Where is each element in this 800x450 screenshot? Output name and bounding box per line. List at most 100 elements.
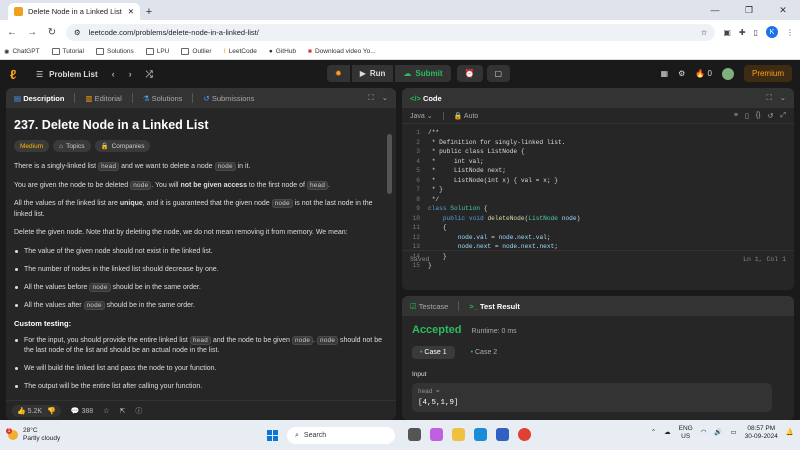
collapse-panel-icon[interactable]: ⌄	[780, 93, 786, 103]
taskbar-search[interactable]: ⌕ Search	[287, 427, 395, 444]
tab-editorial[interactable]: ▥ Editorial	[85, 94, 121, 103]
dislike-button[interactable]: 👎	[47, 407, 56, 415]
close-tab-icon[interactable]: ✕	[128, 7, 134, 16]
timer-button[interactable]: ⏰	[456, 65, 483, 82]
next-problem-icon[interactable]: ›	[129, 69, 132, 79]
submit-button[interactable]: ☁ Submit	[395, 65, 451, 82]
braces-icon[interactable]: {}	[756, 112, 761, 120]
url-field[interactable]: ⚙ leetcode.com/problems/delete-node-in-a…	[66, 23, 716, 41]
bookmark-outlier[interactable]: Outlier	[181, 48, 212, 55]
line-number: 10	[412, 214, 420, 222]
tab-submissions[interactable]: ↺ Submissions	[203, 94, 254, 103]
result-tabs: ☑ Testcase >_ Test Result	[402, 296, 794, 316]
forward-icon[interactable]: →	[26, 27, 38, 38]
code-text: * int val;	[428, 157, 484, 165]
settings-gear-icon[interactable]: ⚙	[678, 69, 685, 78]
auto-mode-toggle[interactable]: 🔒 Auto	[454, 112, 479, 120]
line-number: 5	[416, 167, 420, 174]
premium-button[interactable]: Premium	[743, 65, 792, 82]
tab-solutions[interactable]: ⚗ Solutions	[143, 94, 183, 103]
case-2-tab[interactable]: • Case 2	[463, 346, 506, 359]
case-1-tab[interactable]: • Case 1	[412, 346, 455, 359]
user-avatar[interactable]	[721, 67, 734, 80]
edge-icon[interactable]	[474, 428, 487, 441]
fullscreen-icon[interactable]: ⤢	[780, 112, 786, 120]
bookmark-solutions[interactable]: Solutions	[95, 48, 134, 55]
difficulty-badge[interactable]: Medium	[14, 140, 50, 152]
weather-widget[interactable]: 1 28°C Partly cloudy	[6, 427, 60, 443]
comments-button[interactable]: 💬 388	[71, 407, 93, 415]
bookmark-leetcode[interactable]: ℓ LeetCode	[224, 48, 257, 55]
bookmark-github[interactable]: ● GitHub	[269, 48, 296, 55]
help-icon[interactable]: ⓘ	[135, 406, 142, 416]
prev-problem-icon[interactable]: ‹	[112, 69, 115, 79]
copilot-icon[interactable]	[430, 428, 443, 441]
tab-description[interactable]: ▤ Description	[14, 94, 64, 103]
browser-tab[interactable]: Delete Node in a Linked List - L ✕	[8, 3, 140, 20]
notifications-bell-icon[interactable]: 🔔	[786, 429, 794, 437]
desc-paragraph-4: Delete the given node. Note that by dele…	[14, 229, 348, 236]
clock[interactable]: 08:57 PM 30-09-2024	[745, 425, 778, 441]
notes-button[interactable]: ▢	[486, 65, 511, 82]
code-tab[interactable]: </> Code	[410, 94, 442, 103]
extension-icon[interactable]: ▣	[723, 28, 731, 37]
minimize-icon[interactable]: —	[698, 0, 732, 20]
reset-icon[interactable]: ↺	[768, 112, 774, 120]
bookmark-icon[interactable]: ▯	[745, 112, 749, 120]
maximize-panel-icon[interactable]: ⛶	[368, 93, 373, 103]
format-icon[interactable]: ≡	[734, 112, 738, 120]
code-line: 5 * ListNode next;	[402, 166, 794, 176]
menu-dots-icon[interactable]: ⋮	[786, 28, 794, 37]
sidebar-icon[interactable]: ▯	[754, 28, 758, 37]
bookmark-download-video[interactable]: ■ Download video Yo...	[308, 48, 376, 55]
description-scrollbar[interactable]	[387, 134, 392, 194]
code-editor[interactable]: 1 /** 2 * Definition for singly-linked lis…	[402, 124, 794, 269]
close-window-icon[interactable]: ✕	[766, 0, 800, 20]
bookmark-chatgpt[interactable]: ✺ ChatGPT	[4, 48, 40, 56]
maximize-panel-icon[interactable]: ⛶	[766, 93, 771, 103]
file-explorer-icon[interactable]	[452, 428, 465, 441]
reload-icon[interactable]: ↻	[46, 27, 58, 38]
problem-list-button[interactable]: ☰ Problem List ‹ › ⤮	[36, 69, 153, 80]
store-icon[interactable]	[496, 428, 509, 441]
line-number: 11	[412, 224, 420, 231]
new-tab-button[interactable]: +	[140, 3, 158, 20]
start-windows-icon[interactable]	[267, 430, 278, 441]
battery-icon[interactable]: ▭	[731, 429, 737, 437]
share-icon[interactable]: ⇱	[119, 407, 125, 415]
bookmark-tutorial[interactable]: Tutorial	[51, 48, 84, 55]
bookmark-lpu[interactable]: LPU	[145, 48, 169, 55]
tab-test-result[interactable]: >_ Test Result	[469, 302, 520, 311]
site-info-icon[interactable]: ⚙	[74, 28, 81, 37]
taskbar-apps	[408, 428, 531, 441]
chrome-icon[interactable]	[518, 428, 531, 441]
wifi-icon[interactable]: ◠	[701, 429, 707, 437]
layout-grid-icon[interactable]: ▦	[661, 69, 669, 78]
topics-chip[interactable]: ⌂ Topics	[53, 140, 91, 152]
browser-tab-strip: Delete Node in a Linked List - L ✕ + — ❐…	[0, 0, 800, 20]
tab-testcase[interactable]: ☑ Testcase	[410, 302, 448, 311]
favorite-star-icon[interactable]: ☆	[103, 407, 109, 415]
maximize-icon[interactable]: ❐	[732, 0, 766, 20]
volume-icon[interactable]: 🔊	[714, 429, 722, 437]
language-select[interactable]: Java ⌄	[410, 112, 433, 120]
back-icon[interactable]: ←	[6, 27, 18, 38]
companies-chip[interactable]: 🔒 Companies	[94, 140, 151, 152]
doc-icon: ▤	[14, 93, 22, 103]
shuffle-icon[interactable]: ⤮	[146, 69, 153, 80]
language-indicator[interactable]: ENG US	[679, 425, 693, 441]
flask-icon: ⚗	[142, 93, 150, 103]
profile-avatar[interactable]: K	[766, 26, 778, 38]
leetcode-logo-icon[interactable]: ℓ	[10, 67, 22, 82]
task-view-icon[interactable]	[408, 428, 421, 441]
run-button[interactable]: ▶ Run	[351, 65, 394, 82]
bookmark-star-icon[interactable]: ☆	[701, 28, 708, 37]
puzzle-icon[interactable]: ✚	[739, 28, 746, 37]
collapse-panel-icon[interactable]: ⌄	[382, 93, 388, 103]
folder-icon	[95, 48, 104, 55]
streak-counter[interactable]: 🔥 0	[695, 69, 712, 78]
debug-button[interactable]: ✹	[327, 65, 350, 82]
tray-chevron-up-icon[interactable]: ⌃	[651, 429, 656, 437]
onedrive-icon[interactable]: ☁	[664, 429, 671, 437]
like-button[interactable]: 👍 5.2K	[17, 407, 42, 415]
